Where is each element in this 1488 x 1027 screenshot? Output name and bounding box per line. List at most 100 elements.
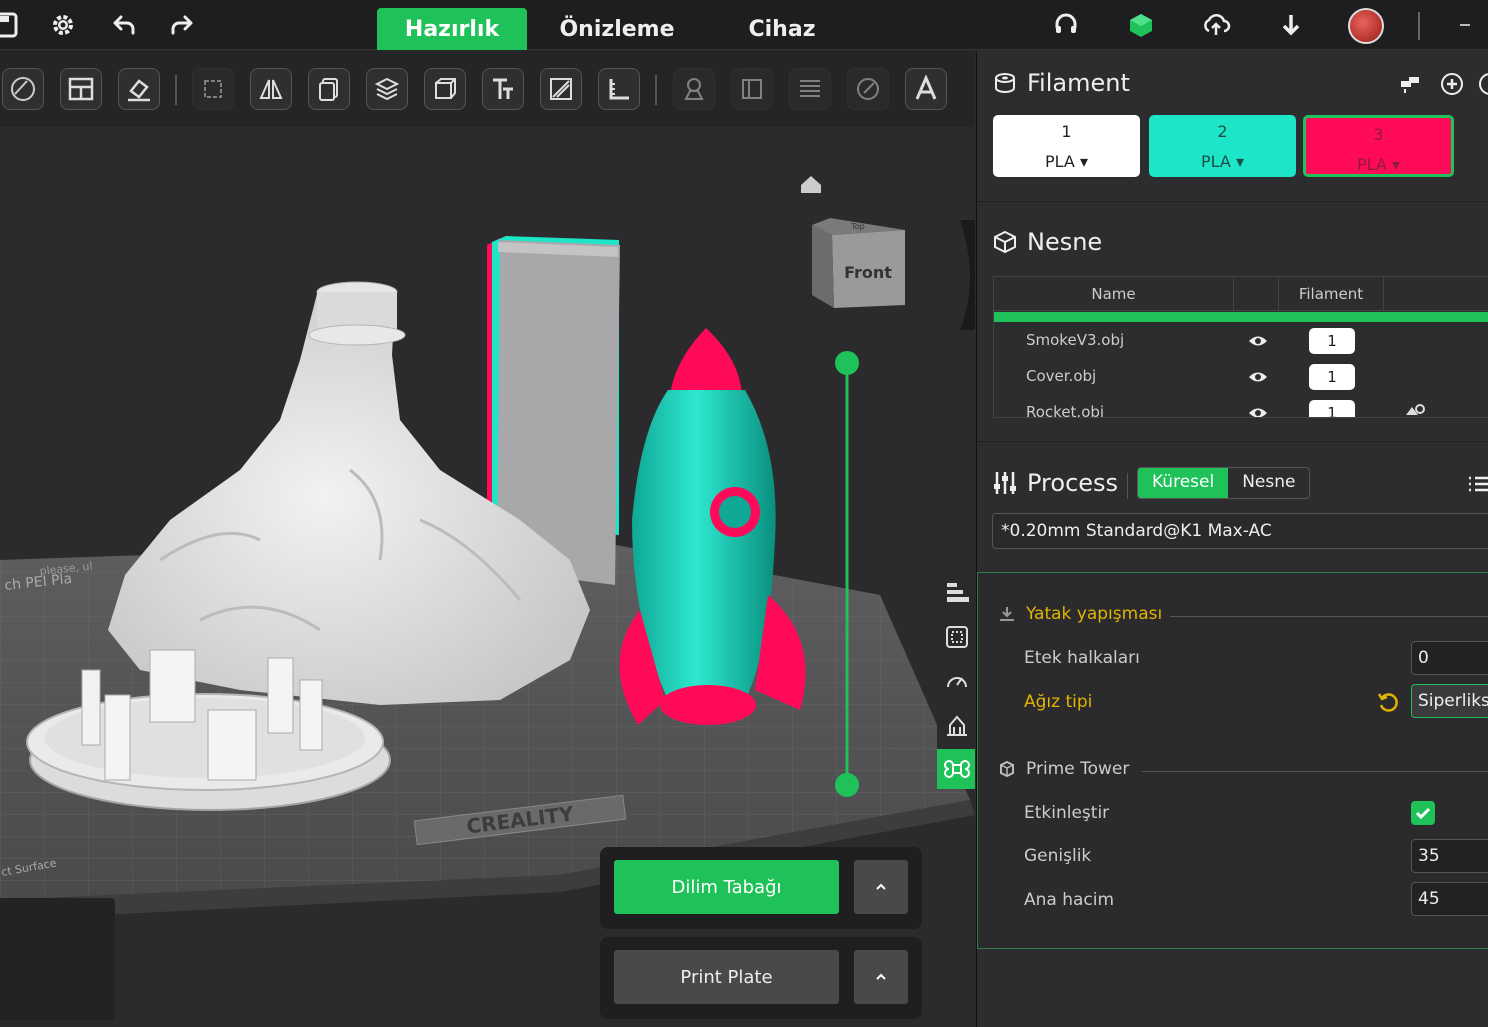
filament-tool-icon[interactable] [1399,73,1423,99]
visibility-eye-icon[interactable] [1248,370,1268,384]
col-visibility-header [1234,277,1279,310]
font-a-icon[interactable] [905,68,947,110]
print-options-button[interactable] [854,950,908,1004]
add-filament-icon[interactable] [1439,71,1465,101]
rocket-object[interactable] [619,328,806,725]
process-title: Process [1027,469,1119,497]
auto-orient-icon[interactable] [2,68,44,110]
arrange-icon[interactable] [60,68,102,110]
filament-card-type[interactable]: PLA ▾ [993,147,1140,177]
filament-card-number: 1 [1061,122,1072,141]
support-paint-icon[interactable] [673,68,715,110]
filament-card-2[interactable]: 2 PLA ▾ [1149,115,1296,177]
speed-gauge-icon[interactable] [937,661,975,701]
process-list-icon[interactable] [1467,473,1488,499]
object-name: Rocket.obj [1026,403,1105,417]
paint-palette-icon[interactable] [847,68,889,110]
lay-on-face-icon[interactable] [118,68,160,110]
table-row[interactable]: Cover.obj 1 [994,359,1488,395]
height-bottom-handle[interactable] [835,773,859,797]
prime-tower-icon [1000,760,1014,778]
book-icon[interactable] [731,68,773,110]
filament-spool-icon [995,73,1015,93]
scope-object-button[interactable]: Nesne [1228,468,1309,498]
prime-tower-width-input[interactable]: 35 [1411,839,1488,873]
settings-gear-icon[interactable] [46,8,80,42]
filament-card-number: 3 [1373,125,1384,144]
table-row[interactable]: Rocket.obj 1 [994,395,1488,417]
brim-type-select[interactable]: Siperliksi [1411,684,1488,718]
tab-prepare[interactable]: Hazırlık [377,8,527,50]
object-section-title: Nesne [993,228,1102,256]
visibility-eye-icon[interactable] [1248,334,1268,348]
process-section-title: Process [993,469,1118,497]
height-top-handle[interactable] [835,351,859,375]
view-cube[interactable]: Front Top [812,218,905,308]
filament-card-1[interactable]: 1 PLA ▾ [993,115,1140,177]
object-select-icon[interactable] [937,617,975,657]
skirt-loops-label: Etek halkaları [1024,648,1140,668]
save-icon[interactable] [0,8,22,42]
paint-seam-icon[interactable] [540,68,582,110]
model-store-icon[interactable] [1124,8,1158,42]
support-tree-icon[interactable] [937,705,975,745]
user-avatar[interactable] [1348,8,1384,44]
checkmark-icon [1415,807,1431,820]
filament-selector[interactable]: 1 [1309,400,1355,417]
home-view-icon[interactable] [801,176,821,193]
print-plate-button[interactable]: Print Plate [614,950,839,1004]
layers-cube-icon[interactable] [366,68,408,110]
3d-viewport[interactable]: ch PEI Pla please, ul ct Surface CREALIT… [0,127,975,1027]
slice-plate-button[interactable]: Dilim Tabağı [614,860,839,914]
cloud-upload-icon[interactable] [1199,8,1233,42]
measure-icon[interactable] [598,68,640,110]
copy-icon[interactable] [308,68,350,110]
table-row[interactable]: SmokeV3.obj 1 [994,323,1488,359]
tab-preview[interactable]: Önizleme [542,8,692,50]
section-divider [977,201,1488,202]
section-divider [977,441,1488,442]
scale-box-icon[interactable] [192,68,234,110]
reset-value-icon[interactable] [1376,690,1400,714]
text-tool-icon[interactable] [482,68,524,110]
object-toolbar [0,51,975,127]
prime-tower-group: Prime Tower [998,759,1129,779]
more-filament-icon[interactable] [1477,71,1488,101]
prime-tower-title: Prime Tower [1026,759,1130,779]
object-cube-icon [994,230,1016,254]
prime-volume-input[interactable]: 45 [1411,882,1488,916]
headset-support-icon[interactable] [1049,8,1083,42]
prime-tower-enable-checkbox[interactable] [1411,801,1435,825]
col-filament-header[interactable]: Filament [1279,277,1384,310]
filament-card-3[interactable]: 3 PLA ▾ [1303,115,1454,177]
filament-card-number: 2 [1217,122,1228,141]
filament-card-type[interactable]: PLA ▾ [1306,150,1451,180]
process-preset-select[interactable]: *0.20mm Standard@K1 Max-AC [992,513,1488,549]
process-settings-panel: Yatak yapışması Etek halkaları 0 Ağız ti… [977,572,1488,949]
process-sliders-icon [994,472,1016,494]
group-divider [1142,771,1488,772]
filament-section-title: Filament [993,69,1130,97]
tab-device[interactable]: Cihaz [707,8,857,50]
download-arrow-icon[interactable] [1274,8,1308,42]
redo-icon[interactable] [166,8,200,42]
visibility-eye-icon[interactable] [1248,406,1268,417]
mirror-icon[interactable] [250,68,292,110]
slice-options-button[interactable] [854,860,908,914]
settings-side-panel: Filament 1 PLA ▾ 2 PLA ▾ 3 PLA ▾ Nesne N… [976,51,1488,1027]
filament-selector[interactable]: 1 [1309,364,1355,390]
minimize-icon[interactable] [1448,8,1482,42]
filament-card-type[interactable]: PLA ▾ [1149,147,1296,177]
filament-selector[interactable]: 1 [1309,328,1355,354]
layers-stack-icon[interactable] [937,573,975,613]
col-name-header[interactable]: Name [994,277,1234,310]
skirt-loops-input[interactable]: 0 [1411,641,1488,675]
process-scope-toggle: Küresel Nesne [1137,467,1311,499]
list-lines-icon[interactable] [789,68,831,110]
clover-command-icon[interactable] [937,749,975,789]
bed-adhesion-icon [1000,607,1014,621]
object-settings-icon[interactable] [1404,401,1426,417]
undo-icon[interactable] [106,8,140,42]
scope-global-button[interactable]: Küresel [1138,468,1229,498]
cube-icon[interactable] [424,68,466,110]
